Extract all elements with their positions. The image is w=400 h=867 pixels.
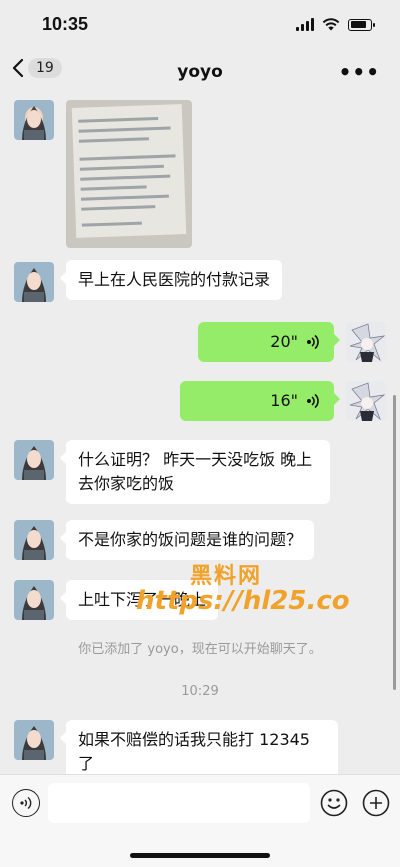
- home-indicator: [130, 853, 270, 858]
- receipt-photo: [71, 104, 187, 238]
- wifi-icon: [322, 18, 340, 31]
- input-bar: [0, 774, 400, 867]
- message-bubble-incoming[interactable]: 早上在人民医院的付款记录: [59, 260, 283, 300]
- message-bubble-incoming[interactable]: 上吐下泻了一晚上: [59, 580, 219, 620]
- contact-avatar[interactable]: [14, 100, 54, 140]
- message-text: 不是你家的饭问题是谁的问题？: [78, 530, 303, 549]
- message-text: 如果不赔偿的话我只能打 12345 了: [78, 730, 310, 773]
- my-avatar[interactable]: [346, 381, 386, 421]
- contact-avatar[interactable]: [14, 720, 54, 760]
- voice-wave-icon: [307, 334, 319, 350]
- voice-message-outgoing[interactable]: 16": [180, 381, 340, 421]
- contact-avatar[interactable]: [14, 440, 54, 480]
- system-notice: 你已添加了 yoyo，现在可以开始聊天了。: [78, 642, 322, 657]
- voice-duration: 16": [270, 391, 298, 410]
- message-input[interactable]: [48, 783, 310, 823]
- message-text: 上吐下泻了一晚上: [78, 590, 207, 609]
- message-bubble-incoming[interactable]: 什么证明？ 昨天一天没吃饭 晚上去你家吃的饭: [60, 440, 330, 504]
- voice-input-button[interactable]: [12, 789, 40, 817]
- my-avatar[interactable]: [346, 322, 386, 362]
- cellular-signal-icon: [296, 18, 314, 31]
- scrollbar[interactable]: [393, 395, 396, 690]
- voice-duration: 20": [270, 332, 298, 351]
- status-time: 10:35: [42, 14, 89, 34]
- message-timestamp: 10:29: [181, 684, 219, 699]
- emoji-icon[interactable]: [320, 789, 348, 817]
- image-message[interactable]: [66, 100, 192, 248]
- more-options-button[interactable]: •••: [339, 60, 380, 84]
- message-text: 什么证明？ 昨天一天没吃饭 晚上去你家吃的饭: [78, 450, 313, 493]
- status-icons: [296, 18, 375, 31]
- voice-message-outgoing[interactable]: 20": [198, 322, 340, 362]
- contact-avatar[interactable]: [14, 520, 54, 560]
- message-bubble-incoming[interactable]: 如果不赔偿的话我只能打 12345 了: [60, 720, 338, 774]
- contact-avatar[interactable]: [14, 262, 54, 302]
- battery-level: [350, 21, 366, 28]
- message-text: 早上在人民医院的付款记录: [78, 270, 271, 289]
- plus-icon[interactable]: [362, 789, 390, 817]
- contact-avatar[interactable]: [14, 580, 54, 620]
- message-bubble-incoming[interactable]: 不是你家的饭问题是谁的问题？: [59, 520, 315, 560]
- voice-icon: [20, 796, 32, 810]
- status-bar: 10:35: [0, 0, 400, 50]
- battery-icon: [348, 18, 375, 31]
- voice-wave-icon: [307, 393, 319, 409]
- chat-area[interactable]: 早上在人民医院的付款记录 20" 16" 什么证明？ 昨天一天没吃饭 晚上去你家…: [0, 94, 400, 774]
- nav-bar: 19 yoyo •••: [0, 50, 400, 94]
